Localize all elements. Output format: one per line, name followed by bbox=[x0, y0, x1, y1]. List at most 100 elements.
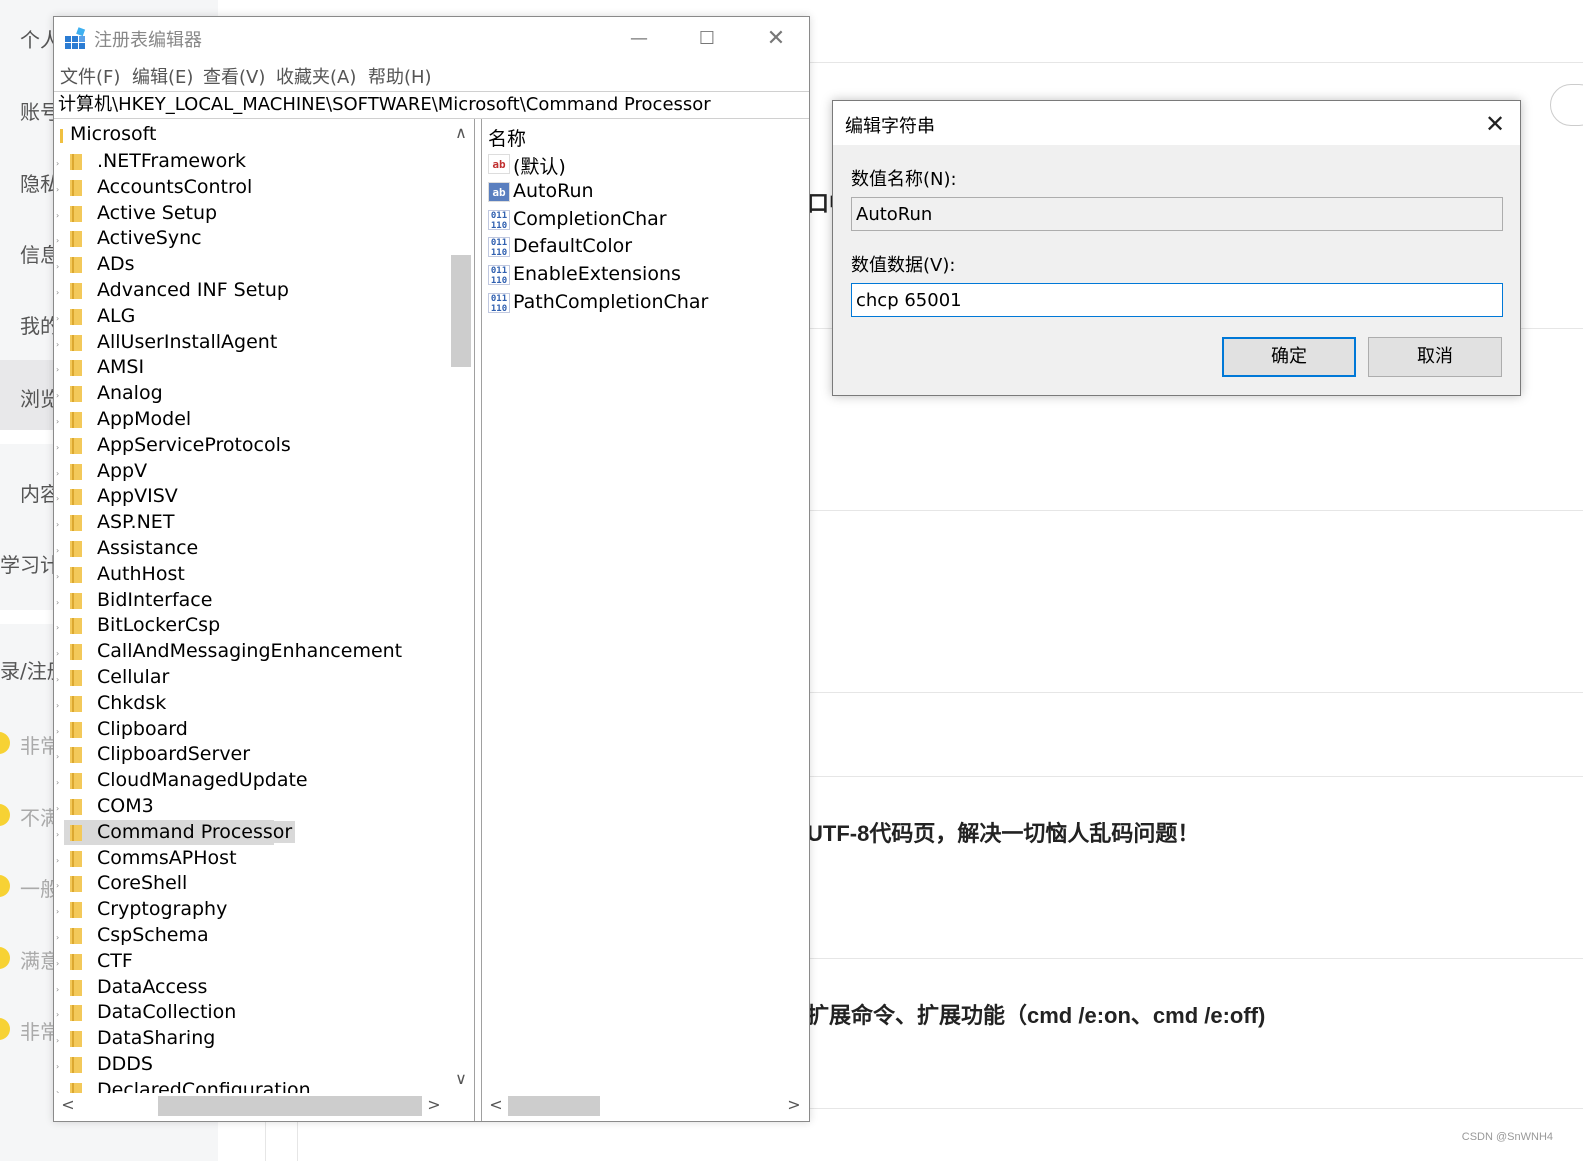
tree-item[interactable]: › AppV bbox=[54, 459, 454, 485]
expand-arrow-icon[interactable]: › bbox=[56, 365, 59, 374]
expand-arrow-icon[interactable]: › bbox=[56, 598, 59, 607]
menu-item[interactable]: 编辑(E) bbox=[132, 63, 193, 89]
menu-item[interactable]: 帮助(H) bbox=[368, 63, 432, 89]
expand-arrow-icon[interactable]: › bbox=[56, 572, 59, 581]
expand-arrow-icon[interactable]: › bbox=[56, 391, 59, 400]
cancel-button[interactable]: 取消 bbox=[1368, 337, 1502, 377]
expand-arrow-icon[interactable]: › bbox=[56, 778, 59, 787]
menu-item[interactable]: 文件(F) bbox=[60, 63, 120, 89]
tree-horizontal-scroll-thumb[interactable] bbox=[158, 1096, 422, 1116]
expand-arrow-icon[interactable]: › bbox=[56, 933, 59, 942]
expand-arrow-icon[interactable]: › bbox=[56, 185, 59, 194]
tree-item[interactable]: › Command Processor bbox=[54, 819, 454, 846]
value-horizontal-scrollbar[interactable]: < > bbox=[482, 1093, 808, 1119]
tree-item[interactable]: › CTF bbox=[54, 949, 454, 975]
expand-arrow-icon[interactable]: › bbox=[56, 830, 59, 839]
expand-arrow-icon[interactable]: › bbox=[56, 288, 59, 297]
chevron-right-icon[interactable]: > bbox=[784, 1095, 804, 1114]
tree-item[interactable]: › AccountsControl bbox=[54, 175, 454, 201]
expand-arrow-icon[interactable]: › bbox=[56, 804, 59, 813]
expand-arrow-icon[interactable]: › bbox=[56, 417, 59, 426]
tree-item[interactable]: › CoreShell bbox=[54, 871, 454, 897]
name-column-header[interactable]: 名称 bbox=[488, 124, 526, 151]
chevron-up-icon[interactable]: ∧ bbox=[451, 123, 471, 142]
tree-item[interactable]: › Assistance bbox=[54, 536, 454, 562]
tree-item[interactable]: › AMSI bbox=[54, 355, 454, 381]
tree-horizontal-scrollbar[interactable]: < > bbox=[54, 1093, 448, 1119]
address-bar[interactable]: 计算机\HKEY_LOCAL_MACHINE\SOFTWARE\Microsof… bbox=[54, 91, 809, 119]
maximize-button[interactable]: ☐ bbox=[682, 21, 732, 57]
chevron-right-icon[interactable]: > bbox=[424, 1095, 444, 1114]
tree-item[interactable]: › BitLockerCsp bbox=[54, 613, 454, 639]
tree-item[interactable]: › AuthHost bbox=[54, 562, 454, 588]
chevron-left-icon[interactable]: < bbox=[58, 1095, 78, 1114]
tree-item[interactable]: › BidInterface bbox=[54, 588, 454, 614]
tree-item[interactable]: › Clipboard bbox=[54, 717, 454, 743]
tree-item[interactable]: › ClipboardServer bbox=[54, 742, 454, 768]
close-button[interactable]: ✕ bbox=[751, 21, 801, 57]
tree-item[interactable]: › AppModel bbox=[54, 407, 454, 433]
tree-item[interactable]: › COM3 bbox=[54, 794, 454, 820]
value-row[interactable]: 011 110 PathCompletionChar bbox=[482, 290, 802, 318]
dialog-title-bar[interactable]: 编辑字符串 ✕ bbox=[833, 101, 1520, 145]
chevron-left-icon[interactable]: < bbox=[486, 1095, 506, 1114]
expand-arrow-icon[interactable]: › bbox=[56, 752, 59, 761]
expand-arrow-icon[interactable]: › bbox=[56, 469, 59, 478]
value-horizontal-scroll-thumb[interactable] bbox=[508, 1096, 600, 1116]
value-row[interactable]: 011 110 DefaultColor bbox=[482, 234, 802, 262]
tree-item[interactable]: › CommsAPHost bbox=[54, 846, 454, 872]
tree-item[interactable]: › DataAccess bbox=[54, 975, 454, 1001]
tree-item[interactable]: › ActiveSync bbox=[54, 226, 454, 252]
minimize-button[interactable]: — bbox=[614, 21, 664, 57]
tree-item[interactable]: › DDDS bbox=[54, 1052, 454, 1078]
expand-arrow-icon[interactable]: › bbox=[56, 236, 59, 245]
expand-arrow-icon[interactable]: › bbox=[56, 262, 59, 271]
expand-arrow-icon[interactable]: › bbox=[56, 159, 59, 168]
tree-item[interactable]: › AllUserInstallAgent bbox=[54, 330, 454, 356]
value-row[interactable]: ab (默认) bbox=[482, 151, 802, 179]
tree-item[interactable]: › DataCollection bbox=[54, 1000, 454, 1026]
tree-item[interactable]: › ALG bbox=[54, 304, 454, 330]
expand-arrow-icon[interactable]: › bbox=[56, 546, 59, 555]
expand-arrow-icon[interactable]: › bbox=[56, 649, 59, 658]
menu-item[interactable]: 收藏夹(A) bbox=[276, 63, 356, 89]
expand-arrow-icon[interactable]: › bbox=[56, 907, 59, 916]
tree-item[interactable]: › Analog bbox=[54, 381, 454, 407]
expand-arrow-icon[interactable]: › bbox=[56, 959, 59, 968]
tree-item[interactable]: › CallAndMessagingEnhancement bbox=[54, 639, 454, 665]
expand-arrow-icon[interactable]: › bbox=[56, 340, 59, 349]
value-row[interactable]: 011 110 EnableExtensions bbox=[482, 262, 802, 290]
background-article-heading[interactable]: UTF-8代码页，解决一切恼人乱码问题！ bbox=[807, 816, 1199, 848]
tree-item[interactable]: › Cryptography bbox=[54, 897, 454, 923]
expand-arrow-icon[interactable]: › bbox=[56, 314, 59, 323]
expand-arrow-icon[interactable]: › bbox=[56, 623, 59, 632]
expand-arrow-icon[interactable]: › bbox=[56, 1036, 59, 1045]
expand-arrow-icon[interactable]: › bbox=[56, 985, 59, 994]
expand-arrow-icon[interactable]: › bbox=[56, 856, 59, 865]
tree-item[interactable]: › AppServiceProtocols bbox=[54, 433, 454, 459]
menu-item[interactable]: 查看(V) bbox=[203, 63, 265, 89]
expand-arrow-icon[interactable]: › bbox=[56, 1010, 59, 1019]
tree-vertical-scrollbar[interactable]: ∧ ∨ bbox=[448, 119, 474, 1093]
tree-item[interactable]: › AppVISV bbox=[54, 484, 454, 510]
value-row[interactable]: ab AutoRun bbox=[482, 179, 802, 207]
expand-arrow-icon[interactable]: › bbox=[56, 675, 59, 684]
expand-arrow-icon[interactable]: › bbox=[56, 520, 59, 529]
expand-arrow-icon[interactable]: › bbox=[56, 211, 59, 220]
tree-item[interactable]: › ASP.NET bbox=[54, 510, 454, 536]
expand-arrow-icon[interactable]: › bbox=[56, 1062, 59, 1071]
dialog-close-button[interactable]: ✕ bbox=[1471, 105, 1519, 143]
tree-item[interactable]: › DataSharing bbox=[54, 1026, 454, 1052]
value-row[interactable]: 011 110 CompletionChar bbox=[482, 207, 802, 235]
tree-root-label[interactable]: Microsoft bbox=[70, 123, 156, 145]
chevron-down-icon[interactable]: ∨ bbox=[451, 1069, 471, 1088]
value-name-field[interactable] bbox=[851, 197, 1503, 231]
tree-item[interactable]: › Cellular bbox=[54, 665, 454, 691]
expand-arrow-icon[interactable]: › bbox=[56, 727, 59, 736]
background-sidebar-item[interactable]: 学习计 bbox=[0, 549, 60, 578]
tree-item[interactable]: › Active Setup bbox=[54, 201, 454, 227]
tree-item[interactable]: › Advanced INF Setup bbox=[54, 278, 454, 304]
background-article-heading[interactable]: 扩展命令、扩展功能（cmd /e:on、cmd /e:off) bbox=[807, 998, 1265, 1030]
expand-arrow-icon[interactable]: › bbox=[56, 701, 59, 710]
tree-vertical-scroll-thumb[interactable] bbox=[451, 255, 471, 367]
